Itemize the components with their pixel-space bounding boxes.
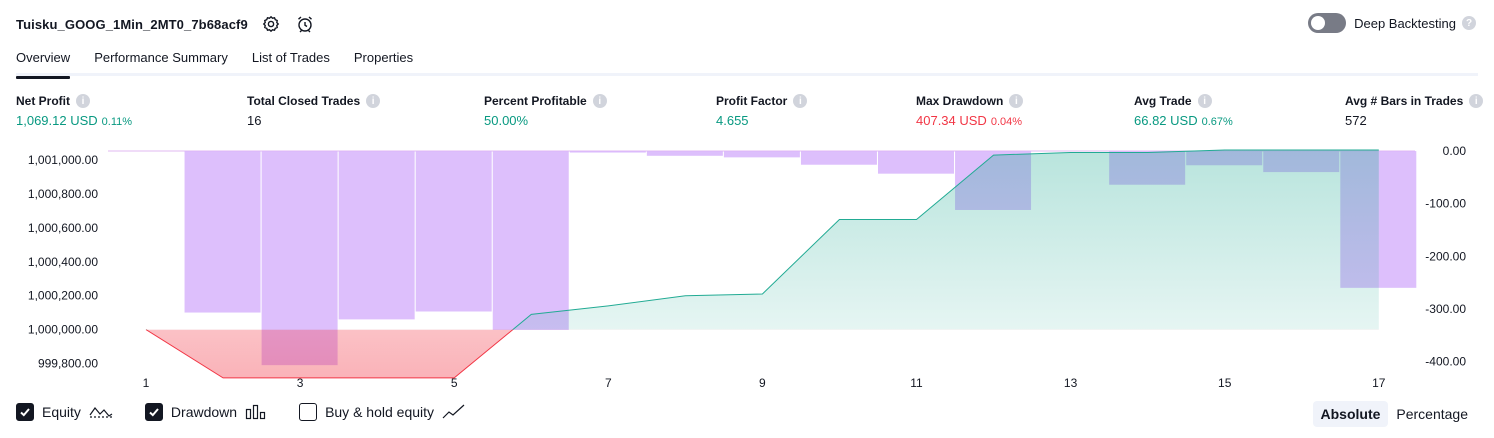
stat-label: Net Profit <box>16 94 70 108</box>
display-mode: Absolute Percentage <box>1312 401 1477 427</box>
info-icon[interactable]: i <box>793 94 808 108</box>
left-axis-tick: 1,000,600.00 <box>28 221 98 235</box>
drawdown-bar <box>800 151 877 165</box>
drawdown-bar <box>878 151 954 174</box>
equity-checkbox[interactable] <box>16 403 34 421</box>
chart-legend: Equity Drawdown Buy & hold equity <box>16 403 498 421</box>
toggle-knob <box>1311 16 1326 30</box>
stats-row: Net Profit i 1,069.12 USD 0.11% Total Clos… <box>0 94 1494 130</box>
strategy-title: Tuisku_GOOG_1Min_2MT0_7b68acf9 <box>16 16 248 32</box>
left-axis-tick: 999,800.00 <box>38 357 98 371</box>
stat-value: 66.82 USD <box>1134 113 1198 128</box>
stat-label: Total Closed Trades <box>247 94 361 108</box>
stat-profit-factor: Profit Factor i 4.655 <box>716 94 808 128</box>
info-icon[interactable]: i <box>76 94 90 108</box>
left-axis-tick: 1,000,000.00 <box>28 323 98 337</box>
x-axis-tick: 7 <box>605 376 612 390</box>
drawdown-bar <box>415 151 492 312</box>
legend-drawdown-label: Drawdown <box>170 404 238 420</box>
right-axis-tick: -200.00 <box>1425 249 1466 263</box>
stat-value: 16 <box>247 113 262 128</box>
stat-value: 1,069.12 USD <box>16 113 98 128</box>
help-icon[interactable]: ? <box>1462 16 1476 30</box>
drawdown-checkbox[interactable] <box>144 403 163 421</box>
strategy-header: Tuisku_GOOG_1Min_2MT0_7b68acf9 <box>16 12 316 36</box>
left-axis-tick: 1,000,200.00 <box>28 289 98 303</box>
stat-value: 407.34 USD <box>916 113 987 128</box>
x-axis-tick: 15 <box>1218 376 1232 390</box>
left-axis-tick: 1,000,800.00 <box>28 187 98 201</box>
stat-label: Max Drawdown <box>916 94 1004 108</box>
deep-backtesting-label: Deep Backtesting <box>1354 15 1456 31</box>
x-axis-tick: 5 <box>451 376 458 390</box>
stat-percent: 0.04% <box>990 116 1023 128</box>
x-axis-tick: 1 <box>143 376 150 390</box>
stat-percent: 0.11% <box>101 116 133 128</box>
stat-net-profit: Net Profit i 1,069.12 USD 0.11% <box>16 94 132 128</box>
stat-avg-bars: Avg # Bars in Trades i 572 <box>1345 94 1484 128</box>
left-axis-tick: 1,001,000.00 <box>28 153 98 167</box>
right-axis-tick: -100.00 <box>1425 197 1466 211</box>
trend-line-icon <box>442 404 466 420</box>
info-icon[interactable]: i <box>1009 94 1024 108</box>
x-axis-tick: 17 <box>1372 376 1386 390</box>
percentage-button[interactable]: Percentage <box>1388 401 1476 427</box>
x-axis-tick: 13 <box>1064 376 1078 390</box>
info-icon[interactable]: i <box>366 94 381 108</box>
stat-label: Avg # Bars in Trades <box>1345 94 1464 108</box>
stat-avg-trade: Avg Trade i 66.82 USD 0.67% <box>1134 94 1233 128</box>
stat-label: Profit Factor <box>716 94 788 108</box>
tab-overview[interactable]: Overview <box>16 46 71 79</box>
equity-drawdown-chart[interactable]: 1,001,000.00 1,000,800.00 1,000,600.00 1,00… <box>0 140 1494 396</box>
legend-buy-hold[interactable]: Buy & hold equity <box>299 403 466 421</box>
drawdown-bar <box>569 151 646 153</box>
line-series-icon <box>89 404 113 420</box>
alarm-clock-icon[interactable] <box>294 13 316 35</box>
deep-backtesting: Deep Backtesting ? <box>1308 13 1476 33</box>
stat-label: Percent Profitable <box>484 94 587 108</box>
stat-percent: 0.67% <box>1201 116 1233 128</box>
info-icon[interactable]: i <box>1197 94 1212 108</box>
stat-value: 50.00% <box>484 113 529 128</box>
drawdown-bar <box>646 151 723 156</box>
legend-buy-hold-label: Buy & hold equity <box>325 404 435 420</box>
absolute-button[interactable]: Absolute <box>1312 401 1389 427</box>
legend-equity-label: Equity <box>42 404 81 420</box>
drawdown-bar <box>338 151 415 320</box>
gear-icon[interactable] <box>260 13 282 35</box>
right-axis-tick: -300.00 <box>1425 302 1466 316</box>
stat-total-closed-trades: Total Closed Trades i 16 <box>247 94 381 128</box>
tab-properties[interactable]: Properties <box>354 46 413 76</box>
stat-label: Avg Trade <box>1134 94 1192 108</box>
info-icon[interactable]: i <box>592 94 607 108</box>
info-icon[interactable]: i <box>1469 94 1484 108</box>
drawdown-bar <box>184 151 261 313</box>
drawdown-bar <box>723 151 800 158</box>
x-axis-tick: 11 <box>910 376 923 390</box>
stat-percent-profitable: Percent Profitable i 50.00% <box>484 94 607 128</box>
stat-value: 4.655 <box>716 113 749 128</box>
deep-backtesting-toggle[interactable] <box>1308 13 1347 33</box>
x-axis-tick: 3 <box>297 376 304 390</box>
right-axis-tick: 0.00 <box>1443 144 1467 158</box>
buy-hold-checkbox[interactable] <box>299 403 318 421</box>
tab-bar: Overview Performance Summary List of Tra… <box>16 46 1478 79</box>
left-axis-tick: 1,000,400.00 <box>28 255 98 269</box>
stat-max-drawdown: Max Drawdown i 407.34 USD 0.04% <box>916 94 1024 128</box>
drawdown-bar <box>492 151 569 330</box>
tab-list-of-trades[interactable]: List of Trades <box>252 46 330 76</box>
x-axis-tick: 9 <box>759 376 766 390</box>
right-axis-tick: -400.00 <box>1425 354 1466 368</box>
tab-performance-summary[interactable]: Performance Summary <box>94 46 228 76</box>
legend-equity[interactable]: Equity <box>16 403 113 421</box>
bar-series-icon <box>245 404 267 420</box>
legend-drawdown[interactable]: Drawdown <box>144 403 267 421</box>
stat-value: 572 <box>1345 113 1367 128</box>
